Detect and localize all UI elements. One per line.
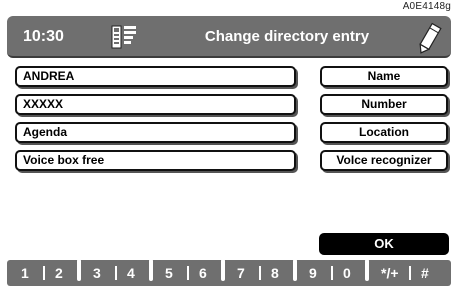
name-field[interactable]: ANDREA (15, 66, 296, 87)
location-button[interactable]: Location (320, 122, 448, 143)
figure-reference-code: A0E4148g (402, 1, 451, 12)
key-4[interactable]: 4 (127, 265, 147, 281)
display-screen: 10:30 Change directory entry ANDREA XXXX… (4, 14, 453, 291)
key-9[interactable]: 9 (309, 265, 329, 281)
key-0[interactable]: 0 (343, 265, 363, 281)
header-bar: 10:30 Change directory entry (7, 16, 451, 58)
key-separator (187, 266, 189, 280)
page-title: Change directory entry (204, 28, 370, 45)
key-6[interactable]: 6 (199, 265, 219, 281)
key-separator (259, 266, 261, 280)
key-separator (331, 266, 333, 280)
keypad-strip: 1 2 3 4 5 6 7 8 9 0 */+ # (7, 259, 451, 286)
phonebook-icon (111, 25, 136, 49)
key-hash[interactable]: # (421, 265, 441, 281)
key-3[interactable]: 3 (93, 265, 113, 281)
key-5[interactable]: 5 (165, 265, 185, 281)
key-separator (115, 266, 117, 280)
key-8[interactable]: 8 (271, 265, 291, 281)
key-separator (409, 266, 411, 280)
voice-recognizer-button[interactable]: VoIce recognizer (320, 150, 448, 171)
key-star-plus[interactable]: */+ (381, 265, 407, 281)
number-button[interactable]: Number (320, 94, 448, 115)
key-2[interactable]: 2 (55, 265, 75, 281)
key-separator (149, 259, 153, 281)
key-separator (293, 259, 297, 281)
key-separator (365, 259, 369, 281)
ok-button[interactable]: OK (319, 233, 449, 255)
name-button[interactable]: Name (320, 66, 448, 87)
key-separator (221, 259, 225, 281)
key-7[interactable]: 7 (237, 265, 257, 281)
number-field[interactable]: XXXXX (15, 94, 296, 115)
clock: 10:30 (23, 28, 64, 45)
key-1[interactable]: 1 (21, 265, 41, 281)
voice-field[interactable]: Voice box free (15, 150, 296, 171)
pencil-icon (419, 22, 442, 54)
location-field[interactable]: Agenda (15, 122, 296, 143)
key-separator (43, 266, 45, 280)
key-separator (77, 259, 81, 281)
